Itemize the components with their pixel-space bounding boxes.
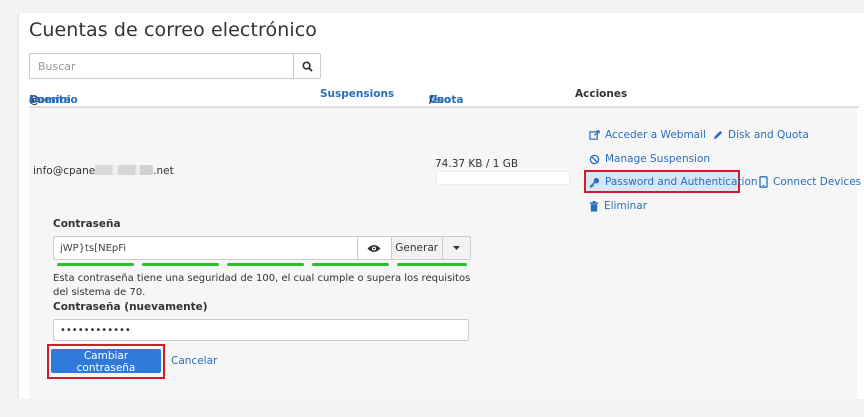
disk-quota-link[interactable]: Disk and Quota [712, 129, 809, 141]
sort-domain-link[interactable]: Dominio [29, 94, 78, 106]
strength-meter-segment [57, 263, 134, 266]
external-edit-icon [589, 129, 600, 140]
redacted-block [95, 165, 154, 175]
password-input[interactable] [54, 237, 357, 259]
eye-icon [367, 244, 381, 252]
caret-down-icon [452, 246, 460, 250]
password-input-group: Generar [53, 236, 471, 260]
sort-percent-link[interactable]: % [429, 94, 440, 106]
search-icon [301, 60, 313, 72]
email-prefix: info@cpane [33, 165, 96, 177]
actions-header: Acciones [575, 88, 628, 100]
mobile-device-icon [759, 176, 768, 188]
usage-bar [436, 171, 570, 185]
password-again-input[interactable] [53, 319, 469, 341]
strength-hint: Esta contraseña tiene una seguridad de 1… [53, 273, 471, 298]
search-button[interactable] [293, 54, 320, 78]
email-address: info@cpane .net [33, 165, 174, 177]
generate-button[interactable]: Generar [390, 237, 442, 259]
webmail-label: Acceder a Webmail [605, 129, 706, 141]
webmail-link[interactable]: Acceder a Webmail [589, 129, 706, 141]
change-password-button[interactable]: Cambiar contraseña [51, 349, 161, 374]
trash-icon [589, 200, 599, 212]
search-box [29, 53, 321, 79]
generate-options-button[interactable] [441, 237, 470, 259]
table-row: info@cpane .net 74.37 KB / 1 GB Acceder a… [29, 108, 861, 399]
search-input[interactable] [30, 54, 293, 78]
cancel-link[interactable]: Cancelar [171, 355, 217, 367]
usage-value: 74.37 KB / 1 GB [435, 158, 519, 170]
key-icon [589, 177, 600, 188]
password-auth-link[interactable]: Password and Authentication [589, 176, 758, 188]
ban-icon [589, 154, 600, 164]
connect-devices-link[interactable]: Connect Devices [759, 176, 861, 188]
sort-suspensions-link[interactable]: Suspensions [320, 88, 394, 100]
delete-label: Eliminar [604, 200, 648, 212]
delete-link[interactable]: Eliminar [589, 200, 647, 212]
pencil-icon [713, 130, 723, 139]
toggle-visibility-button[interactable] [356, 237, 391, 259]
manage-suspension-link[interactable]: Manage Suspension [589, 153, 710, 165]
strength-meter-segment [312, 263, 389, 266]
email-suffix: .net [153, 165, 174, 177]
password-label: Contraseña [53, 218, 121, 230]
connect-devices-label: Connect Devices [773, 176, 862, 188]
change-password-form: Contraseña Generar [47, 218, 473, 379]
table-header: Cuenta ▲ @ Dominio Suspensions Uso / Cuo… [29, 82, 859, 108]
manage-suspension-label: Manage Suspension [605, 153, 711, 165]
strength-meter-segment [227, 263, 304, 266]
password-auth-label: Password and Authentication [605, 176, 758, 188]
email-accounts-panel: Cuentas de correo electrónico Cuenta ▲ @… [18, 13, 864, 399]
strength-meter-segment [142, 263, 219, 266]
password-again-label: Contraseña (nuevamente) [53, 301, 208, 313]
strength-meter-segment [397, 263, 467, 266]
page-title: Cuentas de correo electrónico [29, 19, 318, 41]
disk-quota-label: Disk and Quota [728, 129, 809, 141]
